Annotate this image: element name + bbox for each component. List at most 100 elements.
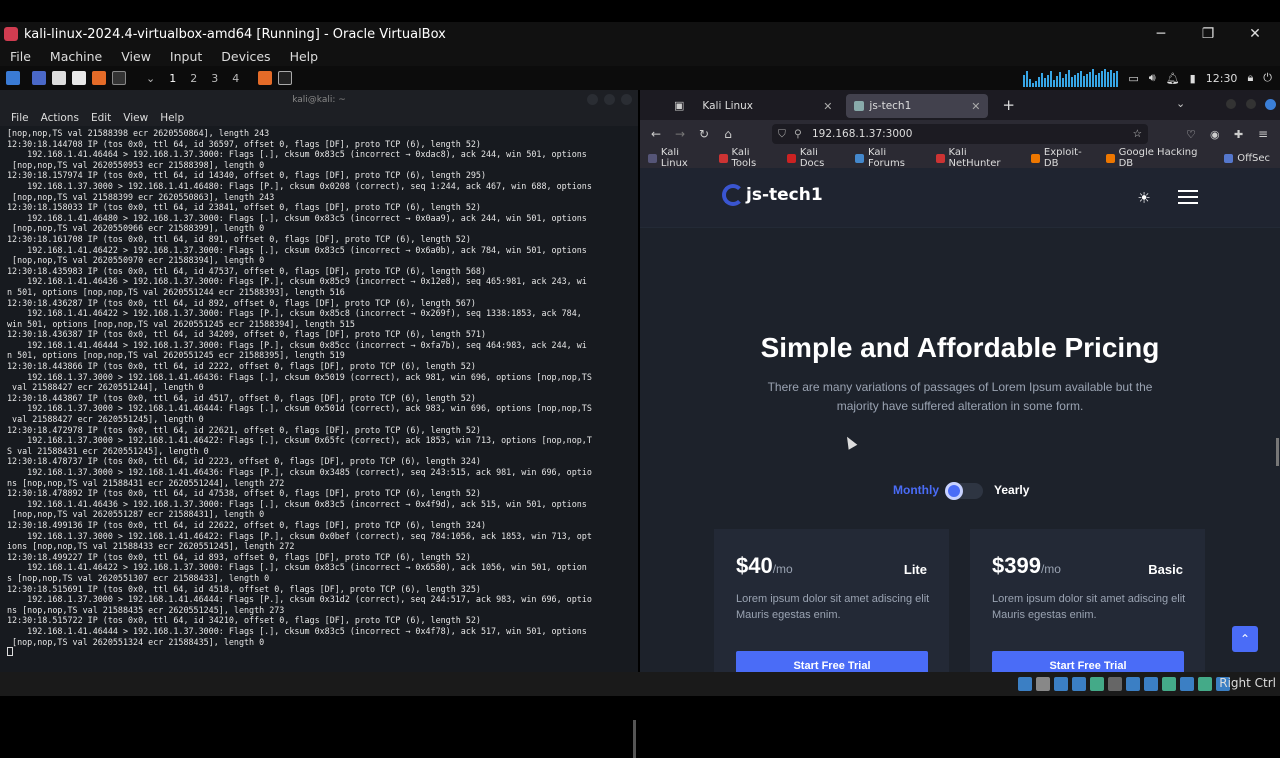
- shield-icon[interactable]: ⛉: [778, 124, 786, 144]
- tab-js-tech1[interactable]: js-tech1 ✕: [846, 94, 989, 118]
- close-button[interactable]: ✕: [1232, 22, 1278, 46]
- terminal-output[interactable]: [nop,nop,TS val 21588398 ecr 2620550864]…: [0, 126, 638, 672]
- bookmark-kali-docs[interactable]: Kali Docs: [786, 147, 845, 169]
- theme-toggle-sun-icon[interactable]: ☀: [1134, 188, 1154, 208]
- bookmark-google-hacking-db[interactable]: Google Hacking DB: [1105, 147, 1215, 169]
- recording-icon[interactable]: [1144, 677, 1158, 691]
- terminal-close-button[interactable]: [621, 94, 632, 105]
- page-scrollbar[interactable]: [1276, 438, 1279, 466]
- page-info-icon[interactable]: ⚲: [794, 124, 802, 144]
- bookmark-kali-tools[interactable]: Kali Tools: [718, 147, 777, 169]
- workspace-4[interactable]: 4: [232, 72, 239, 85]
- network-adapter-icon[interactable]: [1072, 677, 1086, 691]
- guest-additions-icon[interactable]: [1198, 677, 1212, 691]
- kali-menu-icon[interactable]: [6, 71, 20, 85]
- site-logo[interactable]: js-tech1: [722, 184, 823, 206]
- terminal-line: 192.168.1.37.3000 > 192.168.1.41.46444: …: [7, 403, 592, 414]
- browser-maximize-button[interactable]: [1246, 99, 1256, 109]
- workspace-3[interactable]: 3: [211, 72, 218, 85]
- terminal-line: 192.168.1.37.3000 > 192.168.1.41.46436: …: [7, 371, 592, 382]
- clock[interactable]: 12:30: [1206, 72, 1238, 85]
- optical-drive-icon[interactable]: [1036, 677, 1050, 691]
- terminal-line: n 501, options [nop,nop,TS val 262055124…: [7, 350, 345, 361]
- mouse-integration-icon[interactable]: [1180, 677, 1194, 691]
- terminal-menu-help[interactable]: Help: [160, 112, 184, 124]
- terminal-line: 192.168.1.41.46436 > 192.168.1.37.3000: …: [7, 276, 587, 287]
- menu-help[interactable]: Help: [290, 49, 319, 64]
- workspace-2[interactable]: 2: [190, 72, 197, 85]
- plan-price: $399/mo: [992, 553, 1061, 578]
- menu-input[interactable]: Input: [170, 49, 202, 64]
- close-tab-icon[interactable]: ✕: [823, 100, 832, 113]
- terminal-minimize-button[interactable]: [587, 94, 598, 105]
- volume-icon[interactable]: 🔊︎: [1149, 71, 1156, 85]
- menu-machine[interactable]: Machine: [50, 49, 102, 64]
- usb-icon[interactable]: [1090, 677, 1104, 691]
- text-editor-icon[interactable]: [72, 71, 86, 85]
- extensions-icon[interactable]: ✚: [1234, 128, 1243, 141]
- terminal-menu-actions[interactable]: Actions: [41, 112, 79, 124]
- shared-folders-icon[interactable]: [1108, 677, 1122, 691]
- billing-toggle-switch[interactable]: [945, 482, 983, 500]
- tab-kali-linux[interactable]: Kali Linux ✕: [694, 94, 840, 118]
- monthly-label[interactable]: Monthly: [893, 483, 939, 497]
- start-free-trial-button[interactable]: Start Free Trial: [992, 651, 1184, 672]
- browser-close-button[interactable]: [1265, 99, 1276, 110]
- terminal-menu-view[interactable]: View: [123, 112, 148, 124]
- terminal-task-icon[interactable]: [278, 71, 293, 85]
- audio-icon[interactable]: [1054, 677, 1068, 691]
- close-tab-icon[interactable]: ✕: [971, 100, 980, 113]
- list-tabs-icon[interactable]: ⌄: [1176, 97, 1185, 110]
- terminal-maximize-button[interactable]: [604, 94, 615, 105]
- yearly-label[interactable]: Yearly: [994, 483, 1029, 497]
- notification-bell-icon[interactable]: 🔔︎: [1166, 72, 1180, 85]
- lock-icon[interactable]: 🔒︎: [1247, 71, 1253, 85]
- url-text[interactable]: 192.168.1.37:3000: [812, 128, 912, 140]
- hard-disk-icon[interactable]: [1018, 677, 1032, 691]
- terminal-menu-edit[interactable]: Edit: [91, 112, 111, 124]
- bookmark-kali-forums[interactable]: Kali Forums: [855, 147, 925, 169]
- show-desktop-icon[interactable]: [32, 71, 46, 85]
- reload-icon[interactable]: ↻: [692, 127, 716, 141]
- home-icon[interactable]: ⌂: [716, 127, 740, 141]
- firefox-icon[interactable]: [92, 71, 106, 85]
- terminal-cursor: [7, 647, 13, 657]
- new-tab-button[interactable]: +: [1002, 96, 1015, 114]
- chevron-down-icon[interactable]: ⌄: [146, 72, 155, 85]
- hamburger-menu-icon[interactable]: [1178, 190, 1198, 208]
- terminal-menu-file[interactable]: File: [11, 112, 29, 124]
- terminal-icon[interactable]: [112, 71, 126, 85]
- display-icon[interactable]: [1126, 677, 1140, 691]
- maximize-button[interactable]: ❐: [1185, 22, 1231, 46]
- power-icon[interactable]: ⏻: [1263, 71, 1272, 85]
- menu-file[interactable]: File: [10, 49, 31, 64]
- battery-icon[interactable]: ▮: [1190, 72, 1196, 85]
- bookmark-kali-nethunter[interactable]: Kali NetHunter: [935, 147, 1021, 169]
- menu-devices[interactable]: Devices: [221, 49, 270, 64]
- cpu-activity-icon[interactable]: [1162, 677, 1176, 691]
- network-icon[interactable]: ▭: [1128, 72, 1138, 85]
- app-menu-icon[interactable]: ≡: [1258, 127, 1268, 141]
- back-icon[interactable]: ←: [644, 127, 668, 141]
- firefox-task-icon[interactable]: [258, 71, 273, 85]
- pocket-icon[interactable]: ♡: [1186, 128, 1196, 141]
- account-icon[interactable]: ◉: [1210, 128, 1220, 141]
- tab-overview-icon[interactable]: ▣: [674, 99, 684, 112]
- bookmark-kali-linux[interactable]: Kali Linux: [648, 147, 709, 169]
- forward-icon[interactable]: →: [668, 127, 692, 141]
- terminal-line: 12:30:18.161708 IP (tos 0x0, ttl 64, id …: [7, 233, 471, 244]
- bookmark-offsec[interactable]: OffSec: [1224, 153, 1270, 164]
- bookmark-exploit-db[interactable]: Exploit-DB: [1030, 147, 1096, 169]
- menu-view[interactable]: View: [121, 49, 151, 64]
- workspace-1[interactable]: 1: [169, 72, 176, 85]
- minimize-button[interactable]: ─: [1138, 22, 1184, 46]
- pricing-card-basic: $399/mo Basic Lorem ipsum dolor sit amet…: [970, 529, 1205, 672]
- terminal-window[interactable]: kali@kali: ~ File Actions Edit View Help…: [0, 90, 638, 758]
- start-free-trial-button[interactable]: Start Free Trial: [736, 651, 928, 672]
- scroll-to-top-button[interactable]: ⌃: [1232, 626, 1258, 652]
- terminal-line: [nop,nop,TS val 21588399 ecr 2620550863]…: [7, 191, 275, 202]
- bookmark-star-icon[interactable]: ☆: [1133, 124, 1142, 144]
- file-manager-icon[interactable]: [52, 71, 66, 85]
- browser-minimize-button[interactable]: [1226, 99, 1236, 109]
- url-bar[interactable]: ⛉ ⚲ 192.168.1.37:3000 ☆: [772, 124, 1148, 144]
